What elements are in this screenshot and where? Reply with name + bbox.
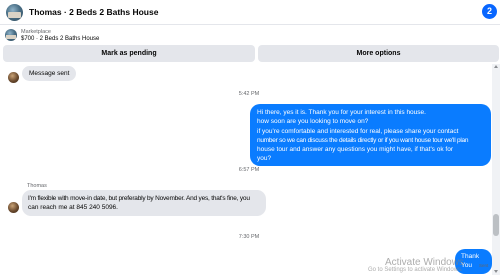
- scroll-up-icon[interactable]: [494, 65, 498, 68]
- scrollbar[interactable]: [492, 64, 500, 275]
- message-text: Message sent: [29, 70, 70, 77]
- sender-avatar: [8, 72, 19, 83]
- message-line: Hi there, yes it is. Thank you for your …: [257, 109, 426, 116]
- sender-avatar: [8, 202, 19, 213]
- sender-name: Thomas: [27, 183, 47, 189]
- message-line: I'm flexible with move-in date, but pref…: [28, 195, 250, 202]
- message-line: how soon are you looking to move on?: [257, 118, 369, 126]
- listing-thumbnail: [5, 29, 17, 41]
- timestamp: 6:57 PM: [238, 167, 260, 173]
- message-line: number so we can discuss the details dir…: [257, 136, 469, 144]
- activation-watermark-subtitle: Go to Settings to activate Windows.: [368, 267, 463, 273]
- message-bubble-outgoing: Hi there, yes it is. Thank you for your …: [250, 104, 491, 166]
- message-thread[interactable]: Message sent 5:42 PM Hi there, yes it is…: [0, 64, 492, 275]
- conversation-title[interactable]: Thomas · 2 Beds 2 Baths House: [29, 7, 158, 17]
- timestamp: 5:42 PM: [238, 91, 260, 97]
- timestamp: 7:30 PM: [238, 234, 260, 240]
- listing-category: Marketplace: [21, 29, 51, 35]
- message-bubble-incoming: I'm flexible with move-in date, but pref…: [22, 190, 266, 216]
- mark-as-pending-button[interactable]: Mark as pending: [3, 45, 255, 62]
- notification-badge[interactable]: 2: [482, 4, 497, 19]
- listing-price-title: $700 · 2 Beds 2 Baths House: [21, 36, 100, 42]
- scroll-down-icon[interactable]: [494, 270, 498, 273]
- conversation-header: Thomas · 2 Beds 2 Baths House 2: [0, 0, 500, 25]
- scrollbar-thumb[interactable]: [493, 214, 499, 236]
- message-status: Sent: [479, 263, 489, 268]
- message-line: you?: [257, 155, 272, 163]
- listing-info[interactable]: Marketplace $700 · 2 Beds 2 Baths House: [0, 26, 500, 46]
- message-line: house tour and answer any questions you …: [257, 146, 453, 154]
- more-options-button[interactable]: More options: [258, 45, 499, 62]
- message-line: if you're comfortable and interested for…: [257, 127, 459, 135]
- message-line: can reach me at 845 240 5096.: [28, 204, 118, 211]
- listing-avatar[interactable]: [6, 4, 23, 21]
- message-bubble-incoming: Message sent: [22, 66, 77, 81]
